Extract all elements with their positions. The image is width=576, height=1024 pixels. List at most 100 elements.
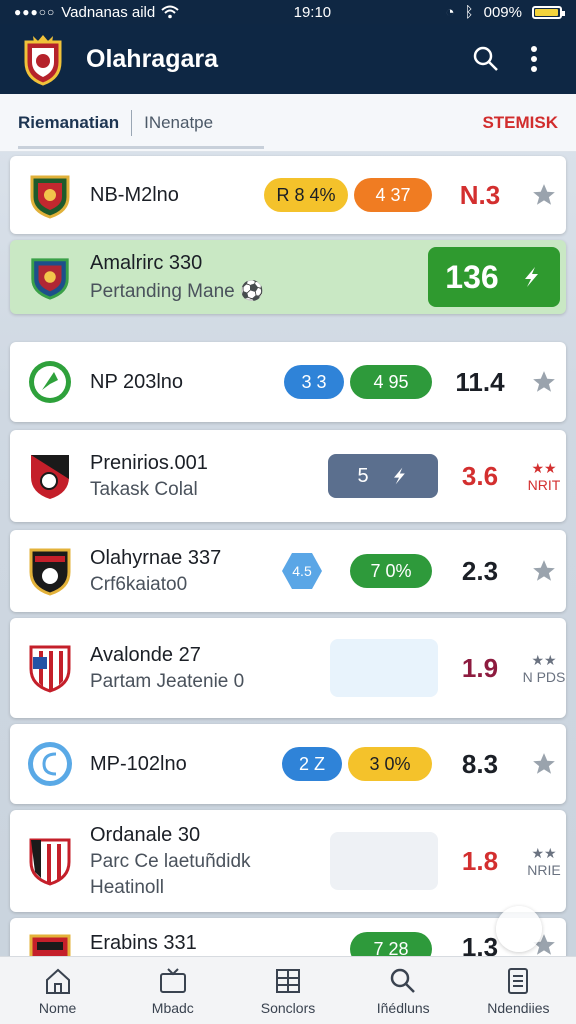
alarm-icon: ◔ [445, 3, 455, 21]
favorite-button[interactable] [522, 369, 566, 395]
more-vert-icon [531, 46, 537, 72]
filter-action[interactable]: STEMISK [482, 113, 558, 133]
team-logo [10, 254, 90, 300]
team-name: Ordanale 30 [90, 823, 201, 846]
match-subtitle-2: Heatinoll [90, 876, 164, 898]
team-name: MP-102lno [90, 752, 187, 775]
nav-label: Nome [38, 999, 77, 1016]
battery-percent: 009% [483, 3, 522, 21]
odds-pill[interactable]: 2 Z [282, 747, 342, 781]
match-card[interactable]: NP 203lno 3 3 4 95 11.4 [10, 342, 566, 422]
grid-icon [276, 968, 300, 993]
nav-label: Ndendiies [487, 999, 550, 1016]
odds-pill[interactable]: 3 0% [348, 747, 432, 781]
team-name: Amalrirc 330 [90, 251, 203, 274]
nav-label: Iñédluns [376, 999, 430, 1016]
bottom-navigation: Nome Mbadc Sonclors Iñédluns Ndendiies [0, 956, 576, 1024]
match-subtitle: Crf6kaiato0 [90, 573, 188, 595]
score-box[interactable]: 5 [328, 454, 438, 498]
hex-badge: 4.5 [282, 553, 322, 589]
match-score: 2.3 [461, 555, 499, 586]
app-bar: Olahragara [0, 24, 576, 94]
carrier-label: Vadnanas aild [61, 3, 156, 21]
match-subtitle: Takask Colal [90, 478, 198, 500]
side-label: ★★ N PDS [522, 651, 566, 685]
team-logo [10, 836, 90, 886]
team-name: Olahyrnae 337 [90, 546, 222, 569]
match-card-highlighted[interactable]: Amalrirc 330 Pertanding Mane ⚽ 136 [10, 240, 566, 314]
star-icon: ★★ [531, 844, 557, 861]
side-label: ★★ NRIE [527, 844, 561, 878]
battery-icon [532, 5, 565, 19]
status-bar: ●●●○○ Vadnanas aild 19:10 ◔ ᛒ 009% [0, 0, 576, 24]
odds-pill[interactable]: 7 0% [350, 554, 432, 588]
team-logo [10, 358, 90, 406]
live-score-badge[interactable]: 136 [428, 247, 560, 307]
tab-inactive[interactable]: INenatpe [144, 113, 482, 133]
clock: 19:10 [293, 3, 332, 21]
match-card[interactable]: NB-M2lno R 8 4% 4 37 N.3 [10, 156, 566, 234]
odds-pill[interactable]: 4 37 [354, 178, 432, 212]
match-card[interactable]: Ordanale 30 Parc Ce laetuñdidk Heatinoll… [10, 810, 566, 912]
live-score-value: 136 [445, 258, 499, 295]
match-card[interactable]: Avalonde 27 Partam Jeatenie 0 1.9 ★★ N PD… [10, 618, 566, 718]
match-card[interactable]: Prenirios.001 Takask Colal 5 3.6 ★★ NRIT [10, 430, 566, 522]
home-icon [45, 968, 70, 994]
search-icon [390, 968, 416, 993]
team-name: Erabins 331 [90, 932, 197, 954]
tab-active[interactable]: Riemanatian [18, 113, 119, 133]
match-score: 3.6 [461, 460, 499, 491]
signal-icon: ●●●○○ [14, 5, 56, 19]
score-placeholder [330, 639, 438, 697]
favorite-button[interactable] [522, 182, 566, 208]
nav-label: Sonclors [260, 999, 316, 1016]
filter-bar: Riemanatian INenatpe STEMISK [0, 94, 576, 152]
document-icon [508, 967, 529, 994]
match-subtitle: Parc Ce laetuñdidk [90, 850, 251, 872]
nav-item-home[interactable]: Nome [0, 957, 115, 1024]
odds-pill[interactable]: 7 28 [350, 932, 432, 956]
team-logo [10, 546, 90, 596]
team-logo [10, 740, 90, 788]
match-score: N.3 [459, 179, 501, 210]
search-button[interactable] [462, 35, 510, 83]
favorite-button[interactable] [522, 751, 566, 777]
match-list[interactable]: NB-M2lno R 8 4% 4 37 N.3 Amalrirc 330 Pe… [0, 152, 576, 956]
odds-pill[interactable]: 4 95 [350, 365, 432, 399]
favorite-button[interactable] [522, 558, 566, 584]
bluetooth-icon: ᛒ [464, 3, 474, 21]
odds-pill[interactable]: 3 3 [284, 365, 344, 399]
nav-item-news[interactable]: Ndendiies [461, 957, 576, 1024]
app-title: Olahragara [86, 44, 219, 73]
match-score: 1.9 [461, 652, 499, 683]
side-label: ★★ NRIT [527, 459, 561, 493]
flash-icon [393, 467, 405, 485]
team-name: Prenirios.001 [90, 451, 208, 474]
team-name: NB-M2lno [90, 183, 179, 206]
club-crest-logo [18, 32, 68, 86]
match-score: 1.8 [461, 845, 499, 876]
team-name: Avalonde 27 [90, 643, 201, 666]
team-logo [10, 171, 90, 219]
floating-action-button[interactable] [496, 906, 542, 952]
match-card[interactable]: MP-102lno 2 Z 3 0% 8.3 [10, 724, 566, 804]
team-logo [10, 643, 90, 693]
star-icon [533, 184, 555, 205]
match-card[interactable]: Olahyrnae 337 Crf6kaiato0 4.5 7 0% 2.3 [10, 530, 566, 612]
tab-indicator [18, 146, 264, 149]
nav-item-scores[interactable]: Sonclors [230, 957, 345, 1024]
star-icon [533, 753, 555, 774]
flash-icon [524, 267, 538, 287]
more-options-button[interactable] [510, 35, 558, 83]
wifi-icon [161, 5, 179, 19]
odds-pill[interactable]: R 8 4% [264, 178, 348, 212]
team-logo [10, 932, 90, 956]
nav-label: Mbadc [151, 999, 194, 1016]
star-icon: ★★ [531, 459, 557, 476]
match-card[interactable]: Erabins 331 7 28 1.3 [10, 918, 566, 956]
team-logo [10, 451, 90, 501]
nav-item-matches[interactable]: Mbadc [115, 957, 230, 1024]
nav-item-search[interactable]: Iñédluns [346, 957, 461, 1024]
match-score: 8.3 [461, 748, 499, 779]
ball-icon: ⚽ [240, 280, 264, 302]
